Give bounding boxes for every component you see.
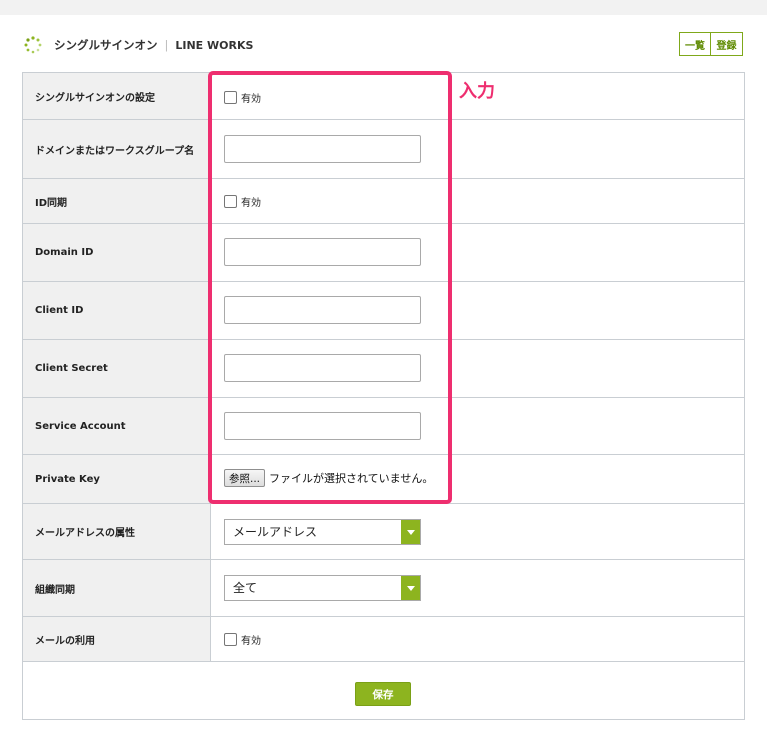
row-label: Client Secret (23, 340, 211, 397)
row-client-secret: Client Secret (23, 340, 744, 398)
row-label: メールアドレスの属性 (23, 504, 211, 559)
title-separator: | (164, 38, 169, 52)
checkbox-box[interactable] (224, 195, 237, 208)
no-file-selected-text: ファイルが選択されていません。 (269, 472, 434, 485)
mail-usage-checkbox[interactable]: 有効 (224, 632, 261, 647)
domain-id-input[interactable] (224, 238, 421, 266)
row-id-sync: ID同期 有効 (23, 179, 744, 224)
checkbox-box[interactable] (224, 633, 237, 646)
sso-settings-form: シングルサインオンの設定 有効 ドメインまたはワークスグループ名 ID同期 有効… (22, 72, 745, 720)
select-value: メールアドレス (233, 525, 318, 539)
checkbox-label: 有効 (241, 198, 261, 209)
register-button[interactable]: 登録 (711, 32, 743, 56)
row-label: ID同期 (23, 179, 211, 223)
row-mail-usage: メールの利用 有効 (23, 617, 744, 662)
row-mail-attribute: メールアドレスの属性 メールアドレス (23, 504, 744, 560)
loading-spinner-icon (24, 36, 42, 54)
input-annotation-label: 入力 (459, 81, 495, 102)
row-org-sync: 組織同期 全て (23, 560, 744, 617)
mail-attribute-select[interactable]: メールアドレス (224, 519, 421, 545)
client-id-input[interactable] (224, 296, 421, 324)
page-title-main: シングルサインオン (54, 38, 158, 52)
row-private-key: Private Key 参照... ファイルが選択されていません。 (23, 455, 744, 504)
form-footer: 保存 (23, 662, 744, 719)
row-label: メールの利用 (23, 617, 211, 661)
row-sso-setting: シングルサインオンの設定 有効 (23, 73, 744, 120)
row-client-id: Client ID (23, 282, 744, 340)
browse-button[interactable]: 参照... (224, 469, 266, 487)
select-value: 全て (233, 581, 258, 595)
private-key-file-picker: 参照... ファイルが選択されていません。 (224, 469, 433, 487)
row-label: Private Key (23, 455, 211, 503)
row-label: ドメインまたはワークスグループ名 (23, 120, 211, 178)
row-label: Service Account (23, 398, 211, 454)
row-domain-id: Domain ID (23, 224, 744, 282)
row-service-account: Service Account (23, 398, 744, 455)
row-label: Client ID (23, 282, 211, 339)
domain-name-input[interactable] (224, 135, 421, 163)
chevron-down-icon[interactable] (401, 520, 420, 544)
checkbox-label: 有効 (241, 94, 261, 105)
save-button[interactable]: 保存 (355, 682, 411, 706)
client-secret-input[interactable] (224, 354, 421, 382)
checkbox-label: 有効 (241, 636, 261, 647)
service-account-input[interactable] (224, 412, 421, 440)
page-title: シングルサインオン | LINE WORKS (54, 36, 253, 55)
row-label: シングルサインオンの設定 (23, 73, 211, 119)
sso-enabled-checkbox[interactable]: 有効 (224, 90, 261, 105)
org-sync-select[interactable]: 全て (224, 575, 421, 601)
list-button[interactable]: 一覧 (679, 32, 711, 56)
id-sync-checkbox[interactable]: 有効 (224, 194, 261, 209)
chevron-down-icon[interactable] (401, 576, 420, 600)
row-label: 組織同期 (23, 560, 211, 616)
checkbox-box[interactable] (224, 91, 237, 104)
row-label: Domain ID (23, 224, 211, 281)
row-domain-name: ドメインまたはワークスグループ名 (23, 120, 744, 179)
page-title-sub: LINE WORKS (175, 39, 254, 52)
